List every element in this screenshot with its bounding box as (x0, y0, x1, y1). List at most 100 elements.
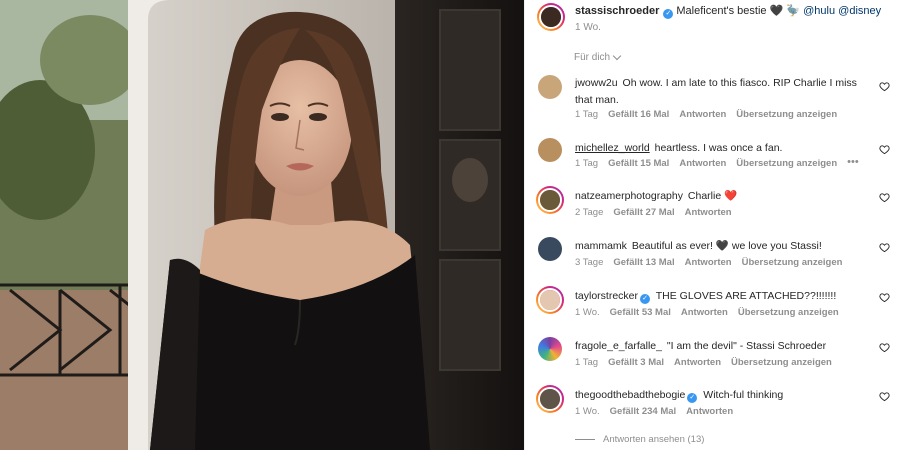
comment-meta: 1 Wo. Gefällt 234 Mal Antworten (575, 406, 733, 417)
comment-meta: 1 Tag Gefällt 16 Mal Antworten Übersetzu… (575, 109, 837, 120)
comment-time: 2 Tage (575, 207, 604, 218)
avatar-image (538, 337, 562, 361)
post-time: 1 Wo. (575, 22, 601, 33)
view-replies-label: Antworten ansehen (13) (603, 434, 705, 445)
comment-time: 1 Wo. (575, 406, 600, 417)
avatar-image (540, 389, 560, 409)
reply-button[interactable]: Antworten (685, 207, 732, 218)
comment-item: mammamk Beautiful as ever! 🖤 we love you… (525, 236, 900, 284)
translate-button[interactable]: Übersetzung anzeigen (731, 357, 832, 368)
comment-text: fragole_e_farfalle_ "I am the devil" - S… (575, 338, 875, 355)
view-replies-button[interactable]: Antworten ansehen (13) (575, 434, 704, 445)
verified-icon: ✓ (640, 294, 651, 304)
comment-likes[interactable]: Gefällt 16 Mal (608, 109, 669, 120)
verified-icon: ✓ (687, 393, 698, 403)
translate-button[interactable]: Übersetzung anzeigen (742, 257, 843, 268)
comment-likes[interactable]: Gefällt 3 Mal (608, 357, 664, 368)
avatar-image (538, 138, 562, 162)
commenter-avatar[interactable] (538, 237, 562, 261)
caption-emoji: 🖤 🦤 (769, 5, 801, 17)
commenter-username[interactable]: taylorstrecker (575, 290, 638, 302)
avatar-image (540, 290, 560, 310)
comment-time: 1 Tag (575, 158, 599, 169)
comment-item: jwoww2u Oh wow. I am late to this fiasco… (525, 73, 900, 121)
commenter-avatar[interactable] (538, 138, 562, 162)
commenter-avatar[interactable] (536, 385, 564, 413)
comment-likes[interactable]: Gefällt 234 Mal (610, 406, 677, 417)
comment-time: 1 Tag (575, 357, 599, 368)
caption-text: Maleficent's bestie (676, 5, 767, 17)
comment-item: fragole_e_farfalle_ "I am the devil" - S… (525, 336, 900, 384)
translate-button[interactable]: Übersetzung anzeigen (736, 109, 837, 120)
reply-button[interactable]: Antworten (674, 357, 721, 368)
replies-divider (575, 439, 595, 440)
comment-body: "I am the devil" - Stassi Schroeder (666, 340, 827, 352)
comment-text: natzeamerphotography Charlie ❤️ (575, 188, 875, 205)
comment-meta: 1 Wo. Gefällt 53 Mal Antworten Übersetzu… (575, 307, 839, 318)
post-photo[interactable] (0, 0, 524, 450)
mention-hulu[interactable]: @hulu (803, 5, 835, 17)
reply-button[interactable]: Antworten (686, 406, 733, 417)
comment-body: THE GLOVES ARE ATTACHED??!!!!!!! (655, 290, 837, 302)
comment-likes[interactable]: Gefällt 15 Mal (608, 158, 669, 169)
comment-meta: 3 Tage Gefällt 13 Mal Antworten Übersetz… (575, 257, 842, 268)
commenter-avatar[interactable] (536, 186, 564, 214)
commenter-username[interactable]: jwoww2u (575, 77, 618, 89)
comment-sort-dropdown[interactable]: Für dich (574, 51, 622, 63)
like-heart-icon[interactable] (879, 292, 890, 303)
commenter-username[interactable]: mammamk (575, 240, 627, 252)
translate-button[interactable]: Übersetzung anzeigen (738, 307, 839, 318)
comment-text: jwoww2u Oh wow. I am late to this fiasco… (575, 75, 875, 109)
more-options-icon[interactable]: ••• (847, 157, 859, 169)
comment-body: Beautiful as ever! 🖤 we love you Stassi! (631, 240, 822, 252)
reply-button[interactable]: Antworten (685, 257, 732, 268)
comment-body: Witch-ful thinking (703, 389, 784, 401)
post-image (0, 0, 524, 450)
commenter-username[interactable]: natzeamerphotography (575, 190, 683, 202)
like-heart-icon[interactable] (879, 242, 890, 253)
comment-text: mammamk Beautiful as ever! 🖤 we love you… (575, 238, 875, 255)
comment-likes[interactable]: Gefällt 53 Mal (610, 307, 671, 318)
comment-likes[interactable]: Gefällt 13 Mal (613, 257, 674, 268)
commenter-avatar[interactable] (538, 337, 562, 361)
verified-icon: ✓ (663, 9, 674, 19)
like-heart-icon[interactable] (879, 144, 890, 155)
post-author-username[interactable]: stassischroeder (575, 5, 659, 17)
translate-button[interactable]: Übersetzung anzeigen (736, 158, 837, 169)
comment-time: 1 Wo. (575, 307, 600, 318)
comment-body: heartless. I was once a fan. (654, 142, 783, 154)
comment-body: Charlie (687, 190, 722, 202)
reply-button[interactable]: Antworten (679, 109, 726, 120)
comment-likes[interactable]: Gefällt 27 Mal (613, 207, 674, 218)
like-heart-icon[interactable] (879, 81, 890, 92)
comments-panel: stassischroeder ✓ Maleficent's bestie 🖤 🦤 … (524, 0, 900, 450)
reply-button[interactable]: Antworten (679, 158, 726, 169)
avatar-image (538, 237, 562, 261)
heart-emoji: ❤️ (724, 190, 738, 202)
like-heart-icon[interactable] (879, 391, 890, 402)
avatar-image (540, 190, 560, 210)
post-caption: stassischroeder ✓ Maleficent's bestie 🖤 🦤 … (575, 4, 885, 19)
commenter-avatar[interactable] (536, 286, 564, 314)
avatar-image (538, 75, 562, 99)
comment-text: thegoodthebadthebogie ✓ Witch-ful thinkin… (575, 387, 875, 404)
chevron-down-icon (612, 51, 622, 61)
comment-item: natzeamerphotography Charlie ❤️ 2 Tage G… (525, 186, 900, 234)
comment-time: 1 Tag (575, 109, 599, 120)
commenter-username[interactable]: fragole_e_farfalle_ (575, 340, 662, 352)
like-heart-icon[interactable] (879, 192, 890, 203)
comment-item: taylorstrecker ✓ THE GLOVES ARE ATTACHED?… (525, 286, 900, 334)
comment-text: michellez_world heartless. I was once a … (575, 140, 875, 157)
comment-meta: 1 Tag Gefällt 15 Mal Antworten Übersetzu… (575, 157, 859, 170)
reply-button[interactable]: Antworten (681, 307, 728, 318)
comment-item: michellez_world heartless. I was once a … (525, 138, 900, 186)
mention-disney[interactable]: @disney (838, 5, 881, 17)
sort-label: Für dich (574, 52, 611, 63)
commenter-username[interactable]: michellez_world (575, 142, 650, 154)
comment-text: taylorstrecker ✓ THE GLOVES ARE ATTACHED?… (575, 288, 875, 305)
commenter-avatar[interactable] (538, 75, 562, 99)
commenter-username[interactable]: thegoodthebadthebogie (575, 389, 685, 401)
post-author-avatar[interactable] (537, 3, 565, 31)
comment-time: 3 Tage (575, 257, 604, 268)
like-heart-icon[interactable] (879, 342, 890, 353)
